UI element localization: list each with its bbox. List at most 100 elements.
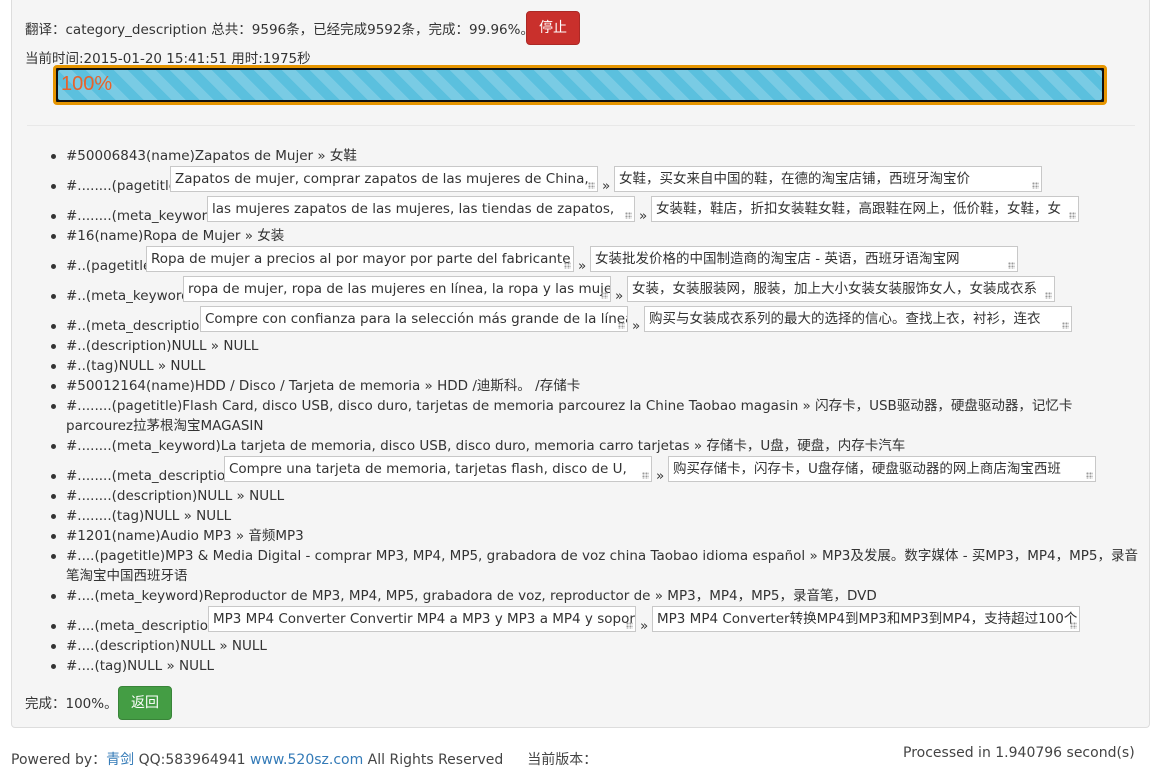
bullet-icon [51, 534, 56, 539]
log-text: #....(description)NULL » NULL [66, 638, 267, 654]
log-text: #..(description)NULL » NULL [66, 338, 259, 354]
log-text: #........(pagetitle)Flash Card, disco US… [66, 398, 1073, 434]
log-text: #........(description)NULL » NULL [66, 488, 285, 504]
field-label: #..(meta_keyword) [66, 288, 196, 304]
source-textarea[interactable]: Compre una tarjeta de memoria, tarjetas … [224, 456, 652, 482]
field-label: #........(pagetitle) [66, 178, 183, 194]
log-item: #..(tag)NULL » NULL [0, 356, 1150, 376]
log-item: #....(description)NULL » NULL [0, 636, 1150, 656]
log-item: #........(tag)NULL » NULL [0, 506, 1150, 526]
log-item: #........(meta_keyword) las mujeres zapa… [0, 196, 1150, 226]
bullet-icon [51, 234, 56, 239]
bullet-icon [51, 154, 56, 159]
stop-button[interactable]: 停止 [526, 11, 580, 45]
bullet-icon [51, 644, 56, 649]
current-time: 当前时间:2015-01-20 15:41:51 用时:1975秒 [25, 51, 311, 67]
log-text: #....(pagetitle)MP3 & Media Digital - co… [66, 548, 1138, 584]
version-label: 当前版本： [527, 752, 598, 768]
log-text: #....(meta_keyword)Reproductor de MP3, M… [66, 588, 877, 604]
source-textarea[interactable]: Zapatos de mujer, comprar zapatos de las… [170, 166, 598, 192]
bullet-icon [51, 344, 56, 349]
log-text: #..(tag)NULL » NULL [66, 358, 206, 374]
arrow: » [640, 618, 649, 634]
field-label: #........(meta_keyword) [66, 208, 221, 224]
bullet-icon [51, 444, 56, 449]
log-item: #....(pagetitle)MP3 & Media Digital - co… [0, 546, 1150, 586]
log-text: #........(tag)NULL » NULL [66, 508, 232, 524]
log-item: #1201(name)Audio MP3 » 音频MP3 [0, 526, 1150, 546]
target-textarea[interactable]: 女装鞋，鞋店，折扣女装鞋女鞋，高跟鞋在网上，低价鞋，女鞋，女 [651, 196, 1079, 222]
log-item: #........(pagetitle) Zapatos de mujer, c… [0, 166, 1150, 196]
bullet-icon [51, 364, 56, 369]
source-textarea[interactable]: MP3 MP4 Converter Convertir MP4 a MP3 y … [208, 606, 636, 632]
rights-text: All Rights Reserved [363, 752, 504, 768]
log-text: #....(tag)NULL » NULL [66, 658, 215, 674]
log-item: #........(meta_keyword)La tarjeta de mem… [0, 436, 1150, 456]
bullet-icon [51, 554, 56, 559]
translation-status: 翻译：category_description 总共：9596条，已经完成959… [25, 22, 534, 38]
target-textarea[interactable]: MP3 MP4 Converter转换MP4到MP3和MP3到MP4，支持超过1… [652, 606, 1080, 632]
site-link[interactable]: www.520sz.com [250, 752, 363, 768]
bullet-icon [51, 514, 56, 519]
target-textarea[interactable]: 购买与女装成衣系列的最大的选择的信心。查找上衣，衬衫，连衣 [644, 306, 1072, 332]
powered-by-label: Powered by： [11, 752, 107, 768]
target-textarea[interactable]: 女鞋，买女来自中国的鞋，在德的淘宝店铺，西班牙淘宝价 [614, 166, 1042, 192]
log-item: #....(tag)NULL » NULL [0, 656, 1150, 676]
arrow: » [656, 468, 665, 484]
log-item: #........(meta_description) Compre una t… [0, 456, 1150, 486]
source-textarea[interactable]: ropa de mujer, ropa de las mujeres en lí… [183, 276, 611, 302]
arrow: » [615, 288, 624, 304]
log-text: #16(name)Ropa de Mujer » 女装 [66, 228, 285, 244]
divider [27, 125, 1135, 126]
log-item: #........(pagetitle)Flash Card, disco US… [0, 396, 1150, 436]
bullet-icon [51, 664, 56, 669]
arrow: » [639, 208, 648, 224]
log-item: #50006843(name)Zapatos de Mujer » 女鞋 [0, 146, 1150, 166]
log-text: #1201(name)Audio MP3 » 音频MP3 [66, 528, 304, 544]
progress-bar-track: 100% [53, 65, 1107, 105]
source-textarea[interactable]: las mujeres zapatos de las mujeres, las … [207, 196, 635, 222]
progress-bar-fill: 100% [58, 70, 1102, 100]
target-textarea[interactable]: 女装批发价格的中国制造商的淘宝店 - 英语，西班牙语淘宝网 [590, 246, 1018, 272]
field-label: #..(pagetitle) [66, 258, 157, 274]
log-item: #50012164(name)HDD / Disco / Tarjeta de … [0, 376, 1150, 396]
log-item: #..(meta_keyword) ropa de mujer, ropa de… [0, 276, 1150, 306]
log-item: #....(meta_keyword)Reproductor de MP3, M… [0, 586, 1150, 606]
log-item: #16(name)Ropa de Mujer » 女装 [0, 226, 1150, 246]
bullet-icon [51, 324, 56, 329]
arrow: » [602, 178, 611, 194]
field-label: #....(meta_description) [66, 618, 222, 634]
processed-time: Processed in 1.940796 second(s) [903, 745, 1135, 761]
source-textarea[interactable]: Ropa de mujer a precios al por mayor por… [146, 246, 574, 272]
bullet-icon [51, 214, 56, 219]
qq-text: QQ:583964941 [134, 752, 250, 768]
log-item: #..(meta_description) Compre con confian… [0, 306, 1150, 336]
log-text: #........(meta_keyword)La tarjeta de mem… [66, 438, 906, 454]
bullet-icon [51, 184, 56, 189]
arrow: » [578, 258, 587, 274]
translation-log: #50006843(name)Zapatos de Mujer » 女鞋 #..… [0, 146, 1150, 676]
bullet-icon [51, 494, 56, 499]
log-item: #..(pagetitle) Ropa de mujer a precios a… [0, 246, 1150, 276]
bullet-icon [51, 404, 56, 409]
done-status: 完成：100%。 [25, 696, 118, 712]
bullet-icon [51, 294, 56, 299]
bullet-icon [51, 264, 56, 269]
log-item: #..(description)NULL » NULL [0, 336, 1150, 356]
footer-credits: Powered by：青剑 QQ:583964941 www.520sz.com… [11, 749, 597, 769]
bullet-icon [51, 594, 56, 599]
bullet-icon [51, 384, 56, 389]
bullet-icon [51, 474, 56, 479]
target-textarea[interactable]: 女装，女装服装网，服装，加上大小女装女装服饰女人，女装成衣系 [627, 276, 1055, 302]
log-item: #........(description)NULL » NULL [0, 486, 1150, 506]
progress-label: 100% [61, 73, 113, 95]
field-label: #..(meta_description) [66, 318, 214, 334]
bullet-icon [51, 624, 56, 629]
arrow: » [632, 318, 641, 334]
back-button[interactable]: 返回 [118, 686, 172, 720]
author-link[interactable]: 青剑 [106, 752, 134, 768]
source-textarea[interactable]: Compre con confianza para la selección m… [200, 306, 628, 332]
log-text: #50006843(name)Zapatos de Mujer » 女鞋 [66, 148, 357, 164]
log-item: #....(meta_description) MP3 MP4 Converte… [0, 606, 1150, 636]
target-textarea[interactable]: 购买存储卡，闪存卡，U盘存储，硬盘驱动器的网上商店淘宝西班 [668, 456, 1096, 482]
